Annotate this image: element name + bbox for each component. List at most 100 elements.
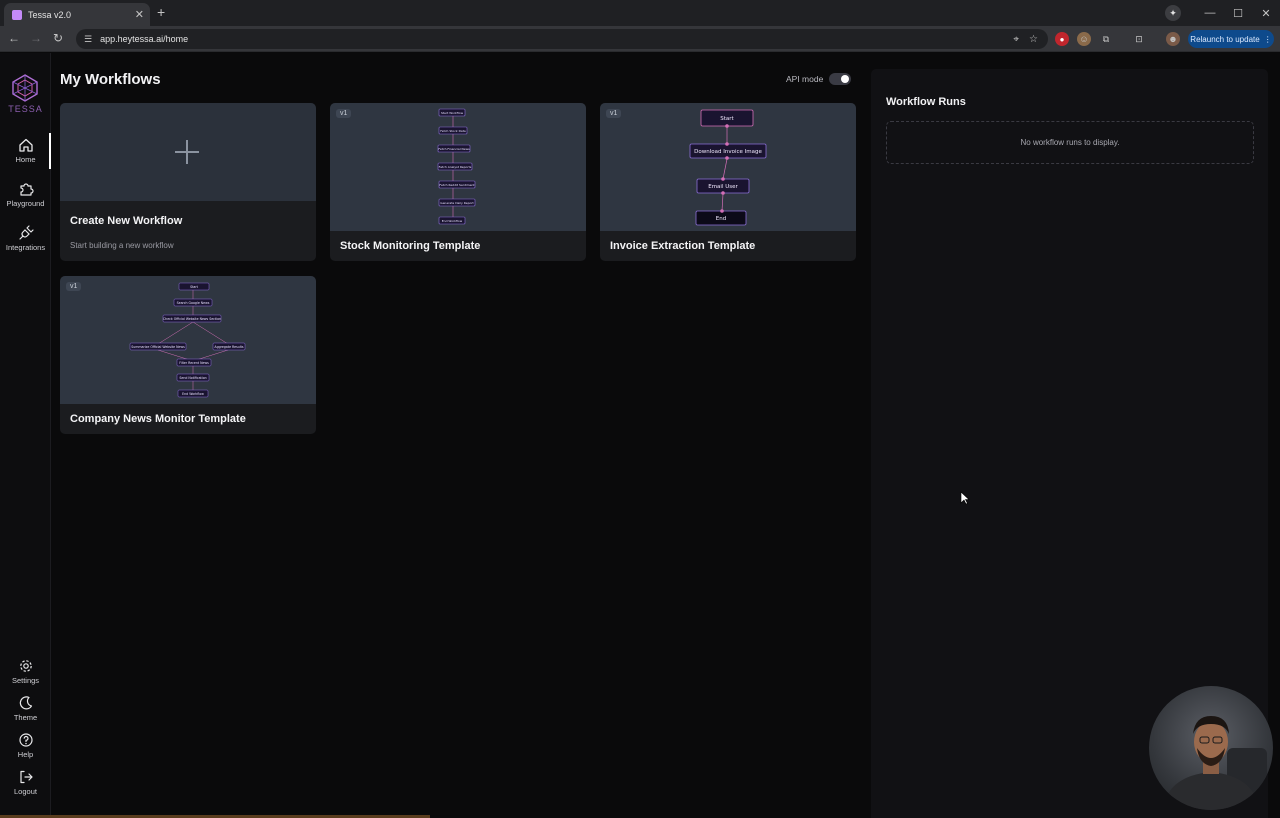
puzzle-icon xyxy=(19,183,34,196)
svg-text:Start Workflow: Start Workflow xyxy=(441,111,464,115)
sidebar-item-label: Settings xyxy=(11,676,40,685)
svg-text:Filter Recent News: Filter Recent News xyxy=(179,361,209,365)
svg-text:Fetch Analyst Reports: Fetch Analyst Reports xyxy=(439,165,472,169)
tab-search-icon[interactable]: ✦ xyxy=(1165,5,1181,21)
diagram-node: Start xyxy=(178,282,210,291)
diagram-node: Check Official Website News Section xyxy=(162,314,222,323)
close-tab-icon[interactable]: ✕ xyxy=(135,8,144,21)
runs-empty-text: No workflow runs to display. xyxy=(1020,138,1120,147)
relaunch-button[interactable]: Relaunch to update ⋮ xyxy=(1188,30,1274,48)
svg-text:End Workflow: End Workflow xyxy=(442,219,463,223)
tab-title: Tessa v2.0 xyxy=(28,9,72,20)
api-mode-label: API mode xyxy=(786,74,824,84)
webcam-overlay xyxy=(1149,686,1273,810)
workflow-diagram-invoice: Start Download Invoice Image Email User … xyxy=(689,109,767,226)
diagram-node: Fetch Reddit Sentiment xyxy=(438,180,475,189)
template-card-company-news[interactable]: Start Search Google News Check Official … xyxy=(60,276,316,434)
card-title: Create New Workflow xyxy=(70,215,183,227)
browser-tab[interactable]: Tessa v2.0 ✕ xyxy=(4,3,150,26)
sidebar-item-label: Playground xyxy=(6,199,45,208)
location-icon[interactable]: ⌖ xyxy=(1013,34,1019,45)
cast-icon[interactable]: ⊡ xyxy=(1132,32,1146,46)
svg-text:Start: Start xyxy=(190,285,199,289)
workflow-preview: Start Download Invoice Image Email User … xyxy=(600,103,856,231)
close-window-icon[interactable]: ✕ xyxy=(1252,7,1280,20)
sidebar-item-label: Help xyxy=(17,750,34,759)
api-mode-toggle[interactable] xyxy=(829,73,852,85)
version-badge: v1 xyxy=(606,109,622,118)
diagram-node: Send Notification xyxy=(176,373,210,382)
version-badge: v1 xyxy=(336,109,352,118)
sidebar-item-settings[interactable]: Settings xyxy=(0,658,51,685)
svg-text:Fetch Reddit Sentiment: Fetch Reddit Sentiment xyxy=(439,183,475,187)
bookmark-star-icon[interactable]: ☆ xyxy=(1029,34,1038,45)
extension-record-icon[interactable]: ● xyxy=(1055,32,1069,46)
app-root: TESSA Home Playground Integrations Setti… xyxy=(0,53,1280,818)
version-badge: v1 xyxy=(66,282,82,291)
diagram-node: Email User xyxy=(696,178,750,194)
api-mode-control: API mode xyxy=(786,73,852,85)
runs-title: Workflow Runs xyxy=(886,96,966,108)
diagram-node: Summarize Official Website News xyxy=(129,342,187,351)
svg-text:Download Invoice Image: Download Invoice Image xyxy=(694,149,762,155)
diagram-node: Generate Daily Report xyxy=(438,198,476,207)
sidebar-item-home[interactable]: Home xyxy=(0,133,51,169)
tessa-logo-icon xyxy=(12,74,38,102)
diagram-node: Fetch Financial News xyxy=(437,144,471,153)
create-workflow-card[interactable]: Create New Workflow Start building a new… xyxy=(60,103,316,261)
diagram-node: End Workflow xyxy=(177,389,209,398)
card-title: Company News Monitor Template xyxy=(70,413,246,425)
svg-text:Email User: Email User xyxy=(708,184,738,190)
svg-text:Fetch Stock Data: Fetch Stock Data xyxy=(440,129,466,133)
new-tab-icon[interactable]: + xyxy=(157,4,165,20)
maximize-icon[interactable]: ☐ xyxy=(1224,7,1252,20)
svg-text:Send Notification: Send Notification xyxy=(179,376,206,380)
create-workflow-thumbnail xyxy=(60,103,316,201)
extension-avatar-icon[interactable]: ☺ xyxy=(1077,32,1091,46)
template-card-invoice-extraction[interactable]: Start Download Invoice Image Email User … xyxy=(600,103,856,261)
sidebar-item-logout[interactable]: Logout xyxy=(0,769,51,796)
window-controls: — ☐ ✕ xyxy=(1196,0,1280,26)
browser-toolbar: ← → ↻ ☰ app.heytessa.ai/home ⌖ ☆ ● ☺ ⧉ ⊡… xyxy=(0,26,1280,52)
workflow-diagram-news: Start Search Google News Check Official … xyxy=(129,282,246,398)
sidebar-item-label: Integrations xyxy=(5,243,46,252)
forward-icon[interactable]: → xyxy=(28,31,44,45)
plus-icon xyxy=(175,140,199,164)
workflow-preview: Start Workflow Fetch Stock Data Fetch Fi… xyxy=(330,103,586,231)
minimize-icon[interactable]: — xyxy=(1196,7,1224,19)
diagram-node: Fetch Stock Data xyxy=(438,126,468,135)
diagram-node: End xyxy=(695,210,747,226)
workflow-preview: Start Search Google News Check Official … xyxy=(60,276,316,404)
back-icon[interactable]: ← xyxy=(6,31,22,45)
sidebar-item-playground[interactable]: Playground xyxy=(0,181,51,208)
tab-favicon-icon xyxy=(12,9,22,20)
sidebar-item-label: Home xyxy=(15,155,36,164)
runs-empty-state: No workflow runs to display. xyxy=(886,121,1254,164)
mouse-cursor-icon xyxy=(960,491,970,505)
svg-text:Aggregate Results: Aggregate Results xyxy=(214,345,243,349)
profile-avatar-icon[interactable]: ☻ xyxy=(1166,32,1180,46)
browser-tab-bar: Tessa v2.0 ✕ + ✦ — ☐ ✕ xyxy=(0,0,1280,26)
url-text[interactable]: app.heytessa.ai/home xyxy=(100,34,1013,44)
site-info-icon[interactable]: ☰ xyxy=(84,34,92,45)
address-bar[interactable]: ☰ app.heytessa.ai/home ⌖ ☆ xyxy=(76,29,1048,49)
diagram-node: Start xyxy=(700,109,754,127)
template-card-stock-monitoring[interactable]: Start Workflow Fetch Stock Data Fetch Fi… xyxy=(330,103,586,261)
sidebar: TESSA Home Playground Integrations Setti… xyxy=(0,53,51,818)
reload-icon[interactable]: ↻ xyxy=(50,31,66,45)
sidebar-item-integrations[interactable]: Integrations xyxy=(0,225,51,252)
diagram-node: Start Workflow xyxy=(438,108,466,117)
card-title: Stock Monitoring Template xyxy=(340,240,481,252)
moon-icon xyxy=(19,696,32,710)
sidebar-item-theme[interactable]: Theme xyxy=(0,695,51,722)
sidebar-item-label: Logout xyxy=(14,787,37,796)
diagram-node: End Workflow xyxy=(438,216,466,225)
kebab-menu-icon[interactable]: ⋮ xyxy=(1264,35,1272,44)
diagram-node: Filter Recent News xyxy=(176,358,212,367)
sidebar-item-help[interactable]: Help xyxy=(0,732,51,759)
sidebar-item-label: Theme xyxy=(13,713,38,722)
extensions-puzzle-icon[interactable]: ⧉ xyxy=(1099,32,1113,46)
svg-text:Search Google News: Search Google News xyxy=(177,301,210,305)
gear-icon xyxy=(19,660,32,672)
svg-text:Summarize Official Website New: Summarize Official Website News xyxy=(131,345,185,349)
